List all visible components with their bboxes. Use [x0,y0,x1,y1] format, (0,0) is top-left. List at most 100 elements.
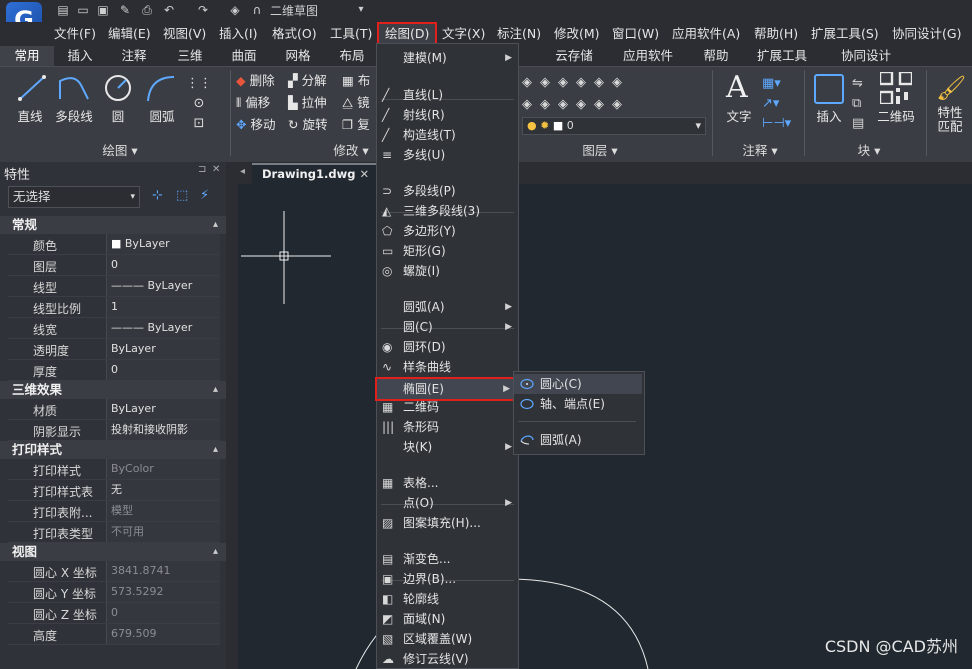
draw-menu-item[interactable]: 圆(C) ▶ [377,317,518,337]
qr-code-button[interactable]: 二维码 [876,106,916,125]
menu-window[interactable]: 窗口(W) [612,25,659,43]
prop-value[interactable]: ByLayer [106,339,220,359]
prop-row[interactable]: 圆心 X 坐标 3841.8741 [8,561,220,582]
draw-menu-item[interactable]: ◩ 面域(N) [377,609,518,629]
draw-menu-item[interactable]: ▨ 图案填充(H)... [377,513,518,533]
draw-menu-item[interactable]: ⬠ 多边形(Y) [377,221,518,241]
block-tools-icons[interactable]: ⇋ ⧉ ▤ [852,74,874,134]
panel-title-layers[interactable]: 图层 ▾ [570,142,630,160]
ellipse-arc-item[interactable]: 圆弧(A) [514,430,642,450]
dimension-icons[interactable]: ▦▾ ↗▾ ⊢⊣▾ [762,74,792,134]
selection-dropdown[interactable]: 无选择 ▾ [8,186,140,208]
tab-drawing1[interactable]: Drawing1.dwg ✕ [252,163,376,184]
quick-select-icon[interactable]: ⚡ [200,188,209,203]
prop-value[interactable]: ■ ByLayer [106,234,220,254]
chevron-left-icon[interactable]: ◂ [240,166,245,177]
panel-title-draw[interactable]: 绘图 ▾ [80,142,160,160]
prop-section-header[interactable]: 常规 ▴ [0,216,226,234]
prop-row[interactable]: 透明度 ByLayer [8,339,220,360]
line-button[interactable]: 直线 [12,106,48,125]
menu-file[interactable]: 文件(F) [54,25,96,43]
pin-icon[interactable]: ⊐ [198,164,206,175]
print-icon[interactable]: ⎙ [140,3,154,17]
circle-button[interactable]: 圆 [100,106,136,125]
tab-annotate[interactable]: 注释 [110,46,158,66]
prop-row[interactable]: 打印样式表 无 [8,480,220,501]
prop-row[interactable]: 打印样式 ByColor [8,459,220,480]
tab-cloud[interactable]: 云存储 [546,46,602,66]
copy-button[interactable]: ❐ 复 [342,114,370,136]
mirror-button[interactable]: ⧋ 镜 [342,92,370,114]
menu-edit[interactable]: 编辑(E) [108,25,151,43]
prop-row[interactable]: 圆心 Y 坐标 573.5292 [8,582,220,603]
tab-layout[interactable]: 布局 [328,46,376,66]
collapse-icon[interactable]: ▴ [213,543,218,561]
collapse-icon[interactable]: ▴ [213,381,218,399]
tab-extensions[interactable]: 扩展工具 [750,46,814,66]
menu-modify[interactable]: 修改(M) [554,25,600,43]
menu-tools[interactable]: 工具(T) [330,25,372,43]
tab-apps[interactable]: 应用软件 [616,46,680,66]
draw-menu-item[interactable]: ▣ 边界(B)... [377,569,518,589]
menu-apps[interactable]: 应用软件(A) [672,25,740,43]
draw-menu-item[interactable]: 块(K) ▶ [377,437,518,457]
prop-value[interactable]: 0 [106,603,220,623]
redo-icon[interactable]: ↷ [196,3,210,17]
panel-title-annot[interactable]: 注释 ▾ [740,142,780,160]
open-folder-icon[interactable]: ▭ [76,3,90,17]
draw-menu-item[interactable]: 圆弧(A) ▶ [377,297,518,317]
draw-menu-item[interactable]: ╱ 直线(L) [377,85,518,105]
tab-mesh[interactable]: 网格 [274,46,322,66]
draw-menu-item[interactable]: ∿ 样条曲线 [377,357,518,377]
draw-menu-item[interactable]: ◎ 螺旋(I) [377,261,518,281]
draw-menu-item[interactable]: ▭ 矩形(G) [377,241,518,261]
insert-block-button[interactable]: 插入 [810,106,848,125]
save-icon[interactable]: ▣ [96,3,110,17]
draw-menu-item[interactable]: ||| 条形码 [377,417,518,437]
prop-row[interactable]: 打印表附... 模型 [8,501,220,522]
pickadd-icon[interactable]: ⊹ [152,188,163,203]
prop-value[interactable]: ByColor [106,459,220,479]
draw-more-icons[interactable]: ⋮⋮ ⊙ ⊡ [186,74,212,134]
draw-menu-item[interactable]: ◭ 三维多段线(3) [377,201,518,221]
prop-row[interactable]: 线型 ——— ByLayer [8,276,220,297]
draw-menu-item[interactable]: ≡ 多线(U) [377,145,518,165]
tab-collab[interactable]: 协同设计 [834,46,898,66]
prop-value[interactable]: 3841.8741 [106,561,220,581]
prop-value[interactable]: ByLayer [106,399,220,419]
erase-button[interactable]: ◆ 删除 [236,70,275,92]
arc-button[interactable]: 圆弧 [144,106,180,125]
undo-icon[interactable]: ↶ [162,3,176,17]
menu-dimension[interactable]: 标注(N) [497,25,541,43]
prop-row[interactable]: 打印表类型 不可用 [8,522,220,543]
draw-menu-item[interactable]: 点(O) ▶ [377,493,518,513]
draw-menu-item[interactable]: ╱ 构造线(T) [377,125,518,145]
prop-row[interactable]: 阴影显示 投射和接收阴影 [8,420,220,441]
prop-value[interactable]: 573.5292 [106,582,220,602]
menu-collab[interactable]: 协同设计(G) [892,25,961,43]
draw-menu-item[interactable]: ▧ 区域覆盖(W) [377,629,518,649]
prop-value[interactable]: 不可用 [106,522,220,542]
workspace-icon[interactable]: ◈ [228,3,242,17]
prop-value[interactable]: 679.509 [106,624,220,644]
stretch-button[interactable]: ▙ 拉伸 [288,92,327,114]
prop-row[interactable]: 图层 0 [8,255,220,276]
panel-title-modify[interactable]: 修改 ▾ [326,142,376,160]
draw-menu-item[interactable]: ▦ 二维码 [377,397,518,417]
new-file-icon[interactable]: ▤ [56,3,70,17]
menu-view[interactable]: 视图(V) [163,25,206,43]
collapse-icon[interactable]: ▴ [213,216,218,234]
match-properties-button[interactable]: 特性匹配 [932,106,968,134]
panel-title-block[interactable]: 块 ▾ [852,142,886,160]
layer-tools-icons[interactable]: ◈◈◈◈◈◈ ◈◈◈◈◈◈ [522,72,692,116]
draw-menu-item[interactable]: ╱ 射线(R) [377,105,518,125]
draw-menu-item[interactable]: ⊃ 多段线(P) [377,181,518,201]
tab-surface[interactable]: 曲面 [220,46,268,66]
offset-button[interactable]: ⫴ 偏移 [236,92,270,114]
prop-value[interactable]: 0 [106,360,220,380]
tab-insert[interactable]: 插入 [56,46,104,66]
explode-button[interactable]: ▞ 分解 [288,70,327,92]
tab-help[interactable]: 帮助 [694,46,738,66]
prop-value[interactable]: ——— ByLayer [106,276,220,296]
draw-menu-item[interactable]: ☁ 修订云线(V) [377,649,518,669]
